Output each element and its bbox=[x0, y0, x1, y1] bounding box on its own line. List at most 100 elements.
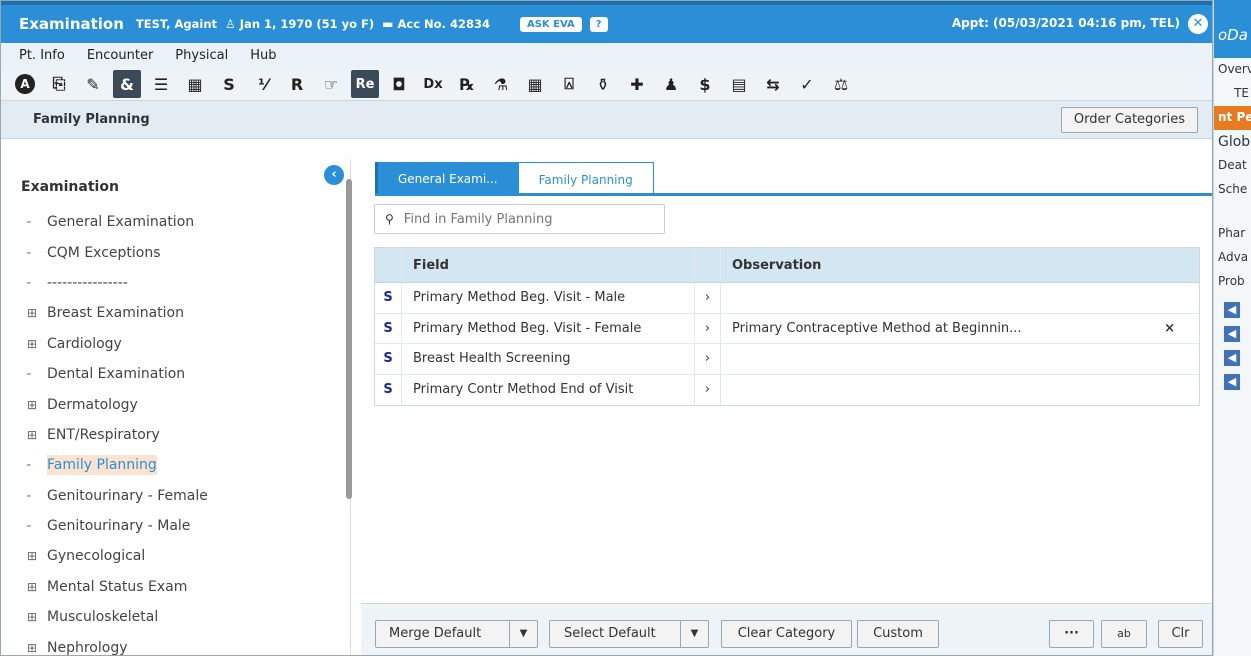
observation-cell[interactable] bbox=[720, 344, 1199, 374]
arrow-left-icon[interactable]: ◀ bbox=[1224, 326, 1240, 342]
billing-icon[interactable]: $ bbox=[691, 70, 719, 98]
person-icon[interactable]: ♟ bbox=[657, 70, 685, 98]
tree-item[interactable]: ╴ Dental Examination bbox=[1, 359, 341, 389]
medication-icon[interactable]: ◘ bbox=[385, 70, 413, 98]
chevron-down-icon[interactable]: ▼ bbox=[680, 621, 708, 647]
select-default-button[interactable]: Select Default ▼ bbox=[549, 620, 709, 648]
s-marker[interactable]: S bbox=[375, 351, 401, 366]
document-alert-icon[interactable]: ⍓ bbox=[555, 70, 583, 98]
tab-underline bbox=[375, 193, 1212, 196]
notes-icon[interactable]: ☰ bbox=[147, 70, 175, 98]
tree-item[interactable]: ⊞ Mental Status Exam bbox=[1, 572, 341, 602]
menu-item-pt-info[interactable]: Pt. Info bbox=[19, 48, 65, 63]
transfer-icon[interactable]: ⇆ bbox=[759, 70, 787, 98]
menu-item-hub[interactable]: Hub bbox=[250, 48, 276, 63]
expand-icon[interactable]: ⊞ bbox=[27, 398, 47, 412]
expand-icon[interactable]: ⊞ bbox=[27, 549, 47, 563]
expand-icon[interactable]: ⊞ bbox=[27, 428, 47, 442]
tree-item[interactable]: ⊞ Musculoskeletal bbox=[1, 602, 341, 632]
review-icon[interactable]: R bbox=[283, 70, 311, 98]
more-options-button[interactable]: ··· bbox=[1049, 620, 1094, 648]
observation-cell[interactable]: Primary Contraceptive Method at Beginnin… bbox=[720, 313, 1199, 343]
arrow-left-icon[interactable]: ◀ bbox=[1224, 374, 1240, 390]
allergies-icon[interactable]: A bbox=[11, 70, 39, 98]
chevron-down-icon[interactable]: ▼ bbox=[509, 621, 537, 647]
tree-item[interactable]: ╴ Genitourinary - Male bbox=[1, 511, 341, 541]
check-icon[interactable]: ✓ bbox=[793, 70, 821, 98]
test-tube-icon[interactable]: ⚱ bbox=[589, 70, 617, 98]
expand-icon[interactable]: ⊞ bbox=[27, 337, 47, 351]
field-cell[interactable]: Primary Method Beg. Visit - Female bbox=[401, 313, 694, 343]
chevron-right-icon[interactable]: › bbox=[694, 344, 720, 374]
background-app-row: Adva bbox=[1218, 250, 1249, 264]
tree-item[interactable]: ⊞ Breast Examination bbox=[1, 298, 341, 328]
arrow-left-icon[interactable]: ◀ bbox=[1224, 302, 1240, 318]
observation-cell[interactable] bbox=[720, 283, 1199, 313]
hospital-icon[interactable]: ▦ bbox=[181, 70, 209, 98]
pencil-icon[interactable]: ✎ bbox=[79, 70, 107, 98]
clear-category-button[interactable]: Clear Category bbox=[721, 620, 852, 648]
tree-item[interactable]: ╴ General Examination bbox=[1, 207, 341, 237]
subjective-icon[interactable]: S bbox=[215, 70, 243, 98]
tree-item[interactable]: ⊞ Dermatology bbox=[1, 389, 341, 419]
expand-icon[interactable]: ⊞ bbox=[27, 641, 47, 655]
table-row[interactable]: S Primary Contr Method End of Visit › bbox=[375, 374, 1199, 405]
tree-item[interactable]: ⊞ Gynecological bbox=[1, 541, 341, 571]
tree-item-selected[interactable]: ╴ Family Planning bbox=[1, 450, 341, 480]
examination-icon[interactable]: & bbox=[113, 70, 141, 98]
table-row[interactable]: S Breast Health Screening › bbox=[375, 344, 1199, 375]
lab-icon[interactable]: ⚗ bbox=[487, 70, 515, 98]
expand-icon[interactable]: ⊞ bbox=[27, 580, 47, 594]
chevron-right-icon[interactable]: › bbox=[694, 283, 720, 313]
tree-item[interactable]: ╴ CQM Exceptions bbox=[1, 237, 341, 267]
merge-default-button[interactable]: Merge Default ▼ bbox=[375, 620, 538, 648]
table-row[interactable]: S Primary Method Beg. Visit - Female › P… bbox=[375, 313, 1199, 344]
tree-item[interactable]: ⊞ ENT/Respiratory bbox=[1, 420, 341, 450]
tab-general-examination[interactable]: General Exami... bbox=[375, 162, 518, 194]
s-marker[interactable]: S bbox=[375, 321, 401, 336]
grid-icon[interactable]: ▦ bbox=[521, 70, 549, 98]
ask-eva-button[interactable]: ASK EVA bbox=[519, 16, 582, 32]
tab-family-planning[interactable]: Family Planning bbox=[517, 162, 654, 195]
chevron-left-icon[interactable]: ‹ bbox=[324, 165, 344, 185]
scrollbar[interactable] bbox=[346, 179, 352, 499]
expand-icon[interactable]: ⊞ bbox=[27, 306, 47, 320]
medical-kit-icon[interactable]: ✚ bbox=[623, 70, 651, 98]
procedures-icon[interactable]: ⅟ bbox=[249, 70, 277, 98]
field-cell[interactable]: Breast Health Screening bbox=[401, 344, 694, 374]
arrow-left-icon[interactable]: ◀ bbox=[1224, 350, 1240, 366]
spell-check-icon[interactable]: ab bbox=[1101, 620, 1147, 648]
diagnosis-icon[interactable]: Dx bbox=[419, 70, 447, 98]
tree-item[interactable]: ╴ ---------------- bbox=[1, 268, 341, 298]
clear-icon[interactable]: × bbox=[1164, 321, 1175, 336]
chevron-right-icon[interactable]: › bbox=[694, 313, 720, 343]
prescription-icon[interactable]: ℞ bbox=[453, 70, 481, 98]
observation-cell[interactable] bbox=[720, 374, 1199, 405]
search-input[interactable] bbox=[403, 211, 654, 227]
help-button[interactable]: ? bbox=[589, 16, 608, 32]
field-cell[interactable]: Primary Method Beg. Visit - Male bbox=[401, 283, 694, 313]
chevron-right-icon[interactable]: › bbox=[694, 374, 720, 405]
s-marker[interactable]: S bbox=[375, 382, 401, 397]
menu-item-physical[interactable]: Physical bbox=[175, 48, 228, 63]
hand-icon[interactable]: ☞ bbox=[317, 70, 345, 98]
tree-item[interactable]: ⊞ Nephrology bbox=[1, 632, 341, 655]
custom-button[interactable]: Custom bbox=[857, 620, 939, 648]
scale-icon[interactable]: ⚖ bbox=[827, 70, 855, 98]
tree-item[interactable]: ╴ Genitourinary - Female bbox=[1, 481, 341, 511]
rx-eval-icon[interactable]: Re bbox=[351, 70, 379, 98]
close-icon[interactable]: ✕ bbox=[1188, 14, 1208, 34]
section-header: Family Planning Order Categories bbox=[1, 101, 1212, 139]
branch-icon: ╴ bbox=[27, 458, 35, 473]
table-row[interactable]: S Primary Method Beg. Visit - Male › bbox=[375, 283, 1199, 314]
field-cell[interactable]: Primary Contr Method End of Visit bbox=[401, 374, 694, 405]
copy-icon[interactable]: ⎘ bbox=[45, 70, 73, 98]
order-categories-button[interactable]: Order Categories bbox=[1060, 107, 1198, 133]
list-icon[interactable]: ▤ bbox=[725, 70, 753, 98]
tree-item[interactable]: ⊞ Cardiology bbox=[1, 329, 341, 359]
s-marker[interactable]: S bbox=[375, 290, 401, 305]
clr-button[interactable]: Clr bbox=[1158, 620, 1203, 648]
column-header-field: Field bbox=[401, 248, 694, 282]
expand-icon[interactable]: ⊞ bbox=[27, 610, 47, 624]
menu-item-encounter[interactable]: Encounter bbox=[87, 48, 153, 63]
